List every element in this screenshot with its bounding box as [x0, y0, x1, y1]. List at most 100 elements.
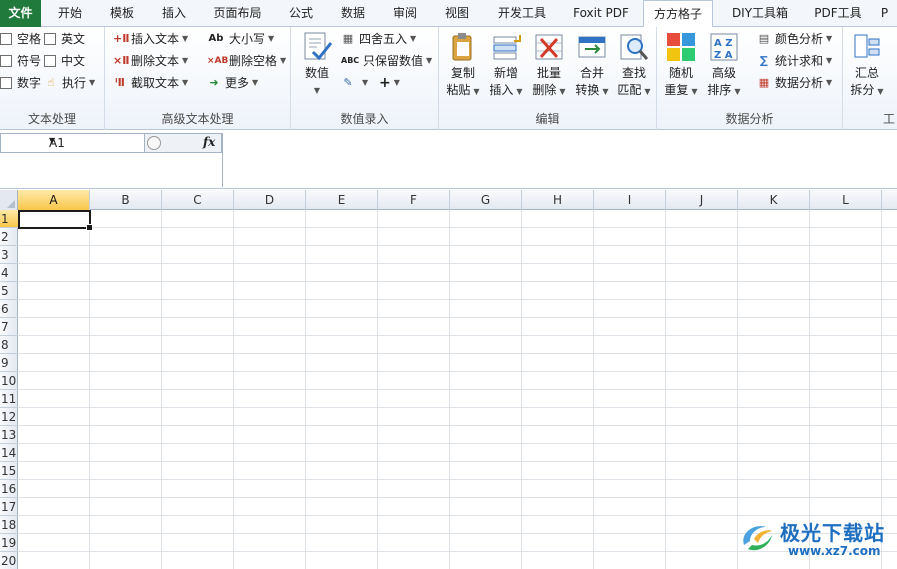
tab-14[interactable]: P — [872, 0, 897, 27]
value-button[interactable]: 数值 ▼ — [295, 31, 339, 99]
column-header[interactable]: D — [234, 190, 306, 210]
formula-input[interactable] — [222, 133, 897, 187]
tab-4[interactable]: 页面布局 — [201, 0, 274, 27]
chinese-checkbox[interactable]: 中文 — [44, 51, 85, 71]
row-header[interactable]: 20 — [0, 552, 18, 569]
row-header[interactable]: 9 — [0, 354, 18, 372]
column-header[interactable]: K — [738, 190, 810, 210]
round-icon: ▦ — [342, 32, 354, 45]
row-header[interactable]: 10 — [0, 372, 18, 390]
keep-value-button[interactable]: ABC 只保留数值 ▼ — [341, 51, 432, 71]
row-header[interactable]: 14 — [0, 444, 18, 462]
insert-label-2: 插入 — [489, 83, 514, 97]
execute-button[interactable]: ☝ 执行 ▼ — [44, 73, 96, 93]
cell-area[interactable] — [18, 210, 897, 569]
group-label: 工 — [883, 112, 896, 126]
tab-2[interactable]: 模板 — [97, 0, 147, 27]
tab-3[interactable]: 插入 — [149, 0, 199, 27]
svg-text:A Z: A Z — [714, 38, 732, 49]
group-data-analysis: 随机 重复 ▼ A ZZ A 高级 排序 ▼ ▤ 颜色分析 ▼ ∑ 统计求和 ▼ ▦ 数据分析… — [657, 27, 843, 130]
delete-space-label: 删除空格 — [229, 54, 278, 68]
english-checkbox[interactable]: 英文 — [44, 29, 85, 49]
tab-8[interactable]: 视图 — [432, 0, 482, 27]
tab-12[interactable]: DIY工具箱 — [716, 0, 804, 27]
merge-convert-button[interactable]: 合并 转换 ▼ — [570, 31, 614, 100]
column-header[interactable]: B — [90, 190, 162, 210]
batch-delete-button[interactable]: 批量 删除 ▼ — [527, 31, 571, 100]
row-header[interactable]: 8 — [0, 336, 18, 354]
row-header[interactable]: 1 — [0, 210, 18, 228]
delete-text-button[interactable]: ×Ⅱ 删除文本 ▼ — [113, 51, 188, 71]
selected-cell[interactable] — [18, 210, 93, 231]
tab-11[interactable]: 方方格子 — [643, 0, 713, 28]
insert-new-button[interactable]: 新增 插入 ▼ — [484, 31, 528, 100]
stat-sum-button[interactable]: ∑ 统计求和 ▼ — [757, 51, 832, 71]
summary-split-button[interactable]: 汇总 拆分 ▼ — [845, 31, 889, 100]
ribbon: 空格 英文 符号 中文 数字 ☝ 执行 ▼ 文本处理 +Ⅱ 插入文本 ▼ ×Ⅱ 删除文本 ▼… — [0, 27, 897, 130]
plus-button[interactable]: + ▼ — [379, 73, 400, 93]
tab-9[interactable]: 开发工具 — [484, 0, 560, 27]
row-header[interactable]: 7 — [0, 318, 18, 336]
column-header[interactable]: L — [810, 190, 882, 210]
advanced-sort-button[interactable]: A ZZ A 高级 排序 ▼ — [702, 31, 746, 100]
column-header[interactable]: C — [162, 190, 234, 210]
tab-7[interactable]: 审阅 — [380, 0, 430, 27]
color-analysis-button[interactable]: ▤ 颜色分析 ▼ — [757, 29, 832, 49]
tab-0[interactable]: 文件 — [0, 0, 41, 27]
column-header[interactable]: G — [450, 190, 522, 210]
keep-value-label: 只保留数值 — [363, 54, 424, 68]
copy-label-1: 复制 — [450, 66, 475, 80]
column-header[interactable]: H — [522, 190, 594, 210]
summary-split-icon — [851, 31, 883, 63]
row-header[interactable]: 6 — [0, 300, 18, 318]
row-header[interactable]: 4 — [0, 264, 18, 282]
column-header[interactable]: I — [594, 190, 666, 210]
space-checkbox[interactable]: 空格 — [0, 29, 41, 49]
row-header[interactable]: 11 — [0, 390, 18, 408]
insert-text-button[interactable]: +Ⅱ 插入文本 ▼ — [113, 29, 188, 49]
random-repeat-button[interactable]: 随机 重复 ▼ — [659, 31, 703, 100]
tab-5[interactable]: 公式 — [276, 0, 326, 27]
round-button[interactable]: ▦ 四舍五入 ▼ — [341, 29, 416, 49]
row-header[interactable]: 15 — [0, 462, 18, 480]
column-header[interactable]: E — [306, 190, 378, 210]
column-header[interactable]: A — [18, 190, 90, 210]
copy-paste-button[interactable]: 复制 粘贴 ▼ — [441, 31, 485, 100]
column-header[interactable]: J — [666, 190, 738, 210]
more-button[interactable]: ➜ 更多 ▼ — [207, 73, 258, 93]
name-box[interactable]: A1 ▼ — [0, 133, 145, 153]
case-button[interactable]: Ab 大小写 ▼ — [207, 29, 275, 49]
delete-space-button[interactable]: ×AB 删除空格 ▼ — [207, 51, 286, 71]
splitter-handle-icon[interactable] — [147, 136, 161, 150]
find-match-button[interactable]: 查找 匹配 ▼ — [612, 31, 656, 100]
number-checkbox[interactable]: 数字 — [0, 73, 41, 93]
row-header[interactable]: 2 — [0, 228, 18, 246]
symbol-checkbox[interactable]: 符号 — [0, 51, 41, 71]
row-header[interactable]: 3 — [0, 246, 18, 264]
row-header[interactable]: 5 — [0, 282, 18, 300]
summary-label-1: 汇总 — [854, 66, 879, 80]
select-all-corner[interactable] — [0, 190, 18, 210]
group-summary: 汇总 拆分 ▼ 工 — [843, 27, 897, 130]
tab-1[interactable]: 开始 — [45, 0, 95, 27]
dropdown-arrow-icon[interactable]: ▼ — [49, 136, 140, 145]
row-header[interactable]: 19 — [0, 534, 18, 552]
arrow-right-icon: ➜ — [209, 76, 219, 89]
dropdown-arrow-icon: ▼ — [393, 78, 400, 87]
tab-10[interactable]: Foxit PDF — [562, 0, 640, 27]
tab-13[interactable]: PDF工具 — [806, 0, 870, 27]
data-analysis-icon: ▦ — [758, 76, 770, 89]
edit-value-button[interactable]: ✎ ▼ — [341, 73, 368, 93]
fx-button[interactable]: fx — [203, 135, 215, 149]
row-header[interactable]: 18 — [0, 516, 18, 534]
tab-6[interactable]: 数据 — [328, 0, 378, 27]
copy-label-2: 粘贴 — [446, 83, 471, 97]
row-header[interactable]: 13 — [0, 426, 18, 444]
dropdown-arrow-icon: ▼ — [734, 87, 741, 96]
row-header[interactable]: 12 — [0, 408, 18, 426]
row-header[interactable]: 17 — [0, 498, 18, 516]
row-header[interactable]: 16 — [0, 480, 18, 498]
column-header[interactable]: F — [378, 190, 450, 210]
data-analysis-button[interactable]: ▦ 数据分析 ▼ — [757, 73, 832, 93]
extract-text-button[interactable]: ⁱⅡ 截取文本 ▼ — [113, 73, 188, 93]
